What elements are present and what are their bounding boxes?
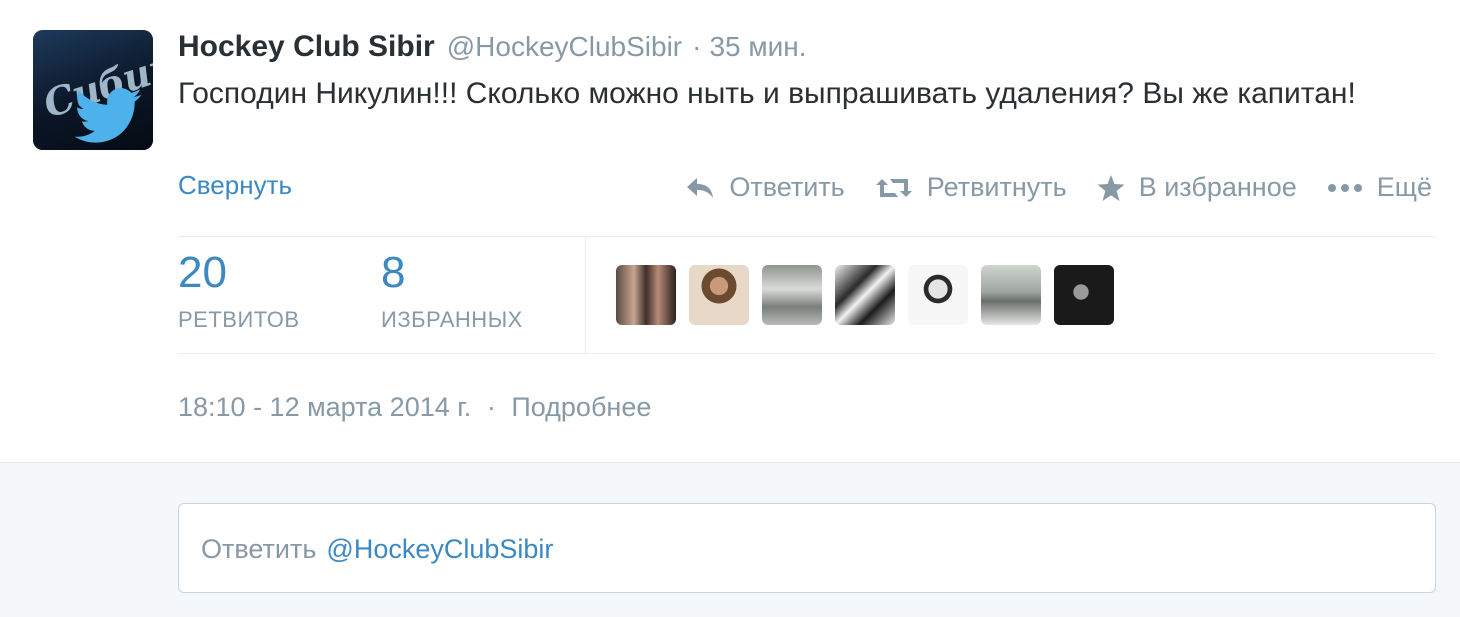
reply-input[interactable]: Ответить @HockeyClubSibir (178, 503, 1436, 593)
tweet-timestamp: 18:10 - 12 марта 2014 г. (178, 392, 472, 422)
retweets-stat[interactable]: 20 РЕТВИТОВ (178, 247, 300, 333)
retweet-button[interactable]: Ретвитнуть (875, 172, 1067, 203)
more-label: Ещё (1376, 172, 1432, 202)
tweet-stats: 20 РЕТВИТОВ 8 ИЗБРАННЫХ (178, 236, 1436, 354)
retweeter-avatars (616, 265, 1114, 325)
retweets-label: РЕТВИТОВ (178, 307, 300, 332)
collapse-link[interactable]: Свернуть (178, 170, 292, 201)
more-button[interactable]: Ещё (1327, 172, 1432, 203)
retweets-count: 20 (178, 248, 227, 297)
favorites-stat[interactable]: 8 ИЗБРАННЫХ (381, 247, 523, 333)
favorite-label: В избранное (1138, 172, 1297, 202)
reply-label: Ответить (729, 172, 845, 202)
retweeter-avatar[interactable] (908, 265, 968, 325)
tweet-actions: Ответить Ретвитнуть В избранное Ещё (685, 172, 1432, 203)
favorite-button[interactable]: В избранное (1097, 172, 1297, 203)
tweet-footer: 18:10 - 12 марта 2014 г. · Подробнее (178, 392, 651, 423)
tweet-card: Сибирь Hockey Club Sibir @HockeyClubSibi… (0, 0, 1460, 462)
retweeter-avatar[interactable] (981, 265, 1041, 325)
more-dots-icon (1327, 183, 1362, 192)
reply-placeholder: Ответить @HockeyClubSibir (201, 534, 553, 565)
reply-area: Ответить @HockeyClubSibir (0, 462, 1460, 617)
reply-button[interactable]: Ответить (685, 172, 845, 203)
twitter-bird-icon (74, 88, 142, 143)
details-link[interactable]: Подробнее (511, 392, 651, 422)
reply-icon (687, 177, 714, 198)
retweeter-avatar[interactable] (762, 265, 822, 325)
reply-placeholder-word: Ответить (201, 534, 317, 564)
stats-divider (585, 237, 586, 354)
tweet-text: Господин Никулин!!! Сколько можно ныть и… (178, 77, 1356, 110)
retweet-icon (875, 178, 912, 197)
retweeter-avatar[interactable] (616, 265, 676, 325)
star-icon (1097, 174, 1125, 201)
reply-placeholder-mention: @HockeyClubSibir (326, 534, 554, 564)
retweeter-avatar[interactable] (689, 265, 749, 325)
retweeter-avatar[interactable] (1054, 265, 1114, 325)
footer-separator: · (486, 392, 496, 422)
header-separator: · (692, 31, 702, 62)
retweeter-avatar[interactable] (835, 265, 895, 325)
tweet-time[interactable]: 35 мин. (709, 31, 806, 63)
retweet-label: Ретвитнуть (926, 172, 1067, 202)
avatar[interactable]: Сибирь (33, 30, 153, 150)
favorites-label: ИЗБРАННЫХ (381, 307, 523, 332)
favorites-count: 8 (381, 248, 406, 297)
tweet-header: Hockey Club Sibir @HockeyClubSibir · 35 … (178, 30, 807, 66)
author-fullname[interactable]: Hockey Club Sibir (178, 30, 435, 64)
author-username[interactable]: @HockeyClubSibir (447, 31, 682, 63)
